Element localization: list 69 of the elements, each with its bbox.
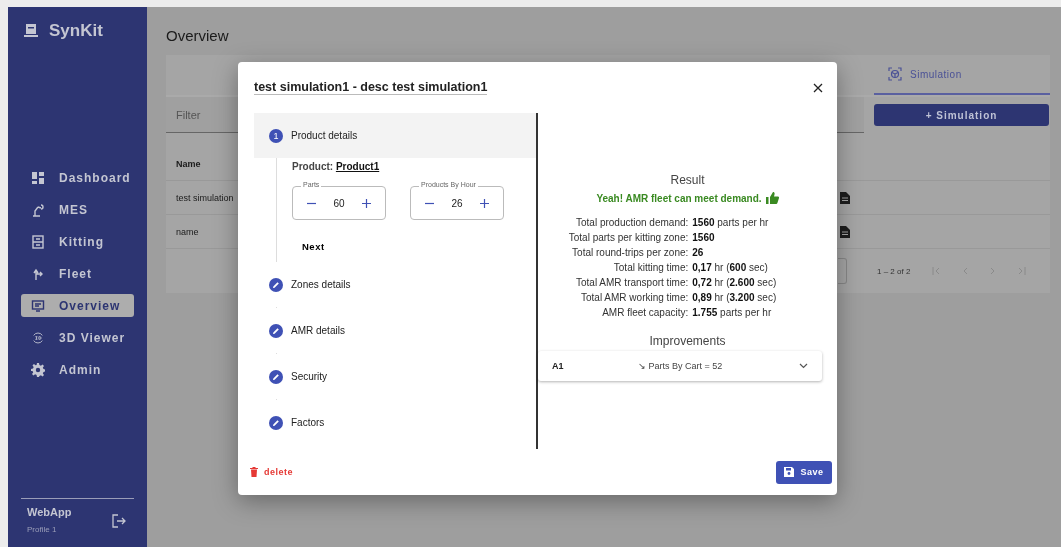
stat-label: Total AMR transport time:	[575, 277, 689, 288]
stat-label: Total kitting time:	[612, 262, 689, 273]
stat-label: Total production demand:	[575, 217, 689, 228]
improvements-title: Improvements	[649, 334, 726, 348]
next-button[interactable]: Next	[292, 236, 335, 256]
save-button[interactable]: Save	[776, 460, 832, 484]
stat-value: 1560	[692, 232, 716, 243]
monitor-icon	[31, 298, 45, 313]
page-title: Overview	[166, 27, 230, 44]
edit-step-icon	[269, 277, 283, 292]
delete-button[interactable]: delete	[250, 467, 293, 477]
step-header[interactable]: 1 Product details	[254, 113, 536, 158]
stat-value: 0,17 hr (600 sec)	[692, 262, 769, 273]
product-label: Product: Product1	[292, 161, 381, 172]
nav-item[interactable]: Fleet	[21, 262, 134, 285]
edit-step-icon	[269, 369, 283, 384]
page-range: 1 – 2 of 2	[877, 266, 911, 276]
table-cell: name	[176, 226, 199, 237]
add-simulation-button[interactable]: + Simulation	[874, 104, 1049, 126]
improvement-code: A1	[552, 361, 565, 371]
stat-label: Total round-trips per zone:	[571, 247, 689, 258]
nav-item[interactable]: 3D Viewer	[21, 326, 134, 349]
fork-arrow-icon	[31, 266, 45, 281]
user-profile: Profile 1	[27, 525, 57, 534]
plus-icon[interactable]	[479, 198, 489, 208]
user-name: WebApp	[27, 506, 72, 518]
result-message: Yeah! AMR fleet can meet demand.	[596, 192, 762, 204]
document-icon[interactable]	[840, 225, 850, 238]
thumbs-up-icon	[765, 192, 779, 204]
cube-target-icon	[888, 67, 902, 81]
close-icon[interactable]	[813, 82, 823, 93]
column-header: Name	[176, 158, 201, 169]
nav-item[interactable]: Dashboard	[21, 166, 134, 189]
edit-step-icon	[269, 415, 283, 430]
app-logo: SynKit	[49, 21, 103, 41]
improvement-change: ↘ Parts By Cart = 52	[638, 361, 724, 371]
stat-value: 1560 parts per hr	[692, 217, 770, 228]
step-header[interactable]: Security	[254, 354, 536, 399]
stat-label: Total AMR working time:	[580, 292, 689, 303]
stat-label: AMR fleet capacity:	[601, 307, 689, 318]
result-title: Result	[670, 173, 705, 187]
dialog-title: test simulation1 - desc test simulation1	[254, 80, 488, 95]
settings-icon	[31, 362, 45, 377]
dashboard-icon	[31, 170, 45, 185]
nav-item[interactable]: Overview	[21, 294, 134, 317]
table-cell: test simulation	[176, 192, 234, 203]
nav-item[interactable]: Kitting	[21, 230, 134, 253]
step-header[interactable]: AMR details	[254, 308, 536, 353]
nav-item[interactable]: Admin	[21, 358, 134, 381]
3d-rotate-icon	[31, 330, 45, 345]
robot-arm-icon	[31, 202, 45, 217]
stat-label: Total parts per kitting zone:	[568, 232, 689, 243]
step-header[interactable]: Zones details	[254, 262, 536, 307]
chevron-down-icon[interactable]	[799, 363, 808, 369]
cart-logo-icon	[23, 23, 39, 39]
step-number-icon: 1	[269, 128, 283, 143]
stat-value: 1.755 parts per hr	[692, 307, 773, 318]
document-icon[interactable]	[840, 191, 850, 204]
step-header[interactable]: Factors	[254, 400, 536, 445]
nav-item[interactable]: MES	[21, 198, 134, 221]
stat-value: 26	[692, 247, 705, 258]
trash-icon	[250, 467, 258, 477]
shelf-icon	[31, 234, 45, 249]
stat-value: 0,89 hr (3.200 sec)	[692, 292, 777, 303]
improvement-row[interactable]: A1 ↘ Parts By Cart = 52	[538, 351, 822, 381]
edit-step-icon	[269, 323, 283, 338]
logout-icon[interactable]	[112, 514, 126, 528]
stat-value: 0,72 hr (2.600 sec)	[692, 277, 777, 288]
plus-icon[interactable]	[361, 198, 371, 208]
